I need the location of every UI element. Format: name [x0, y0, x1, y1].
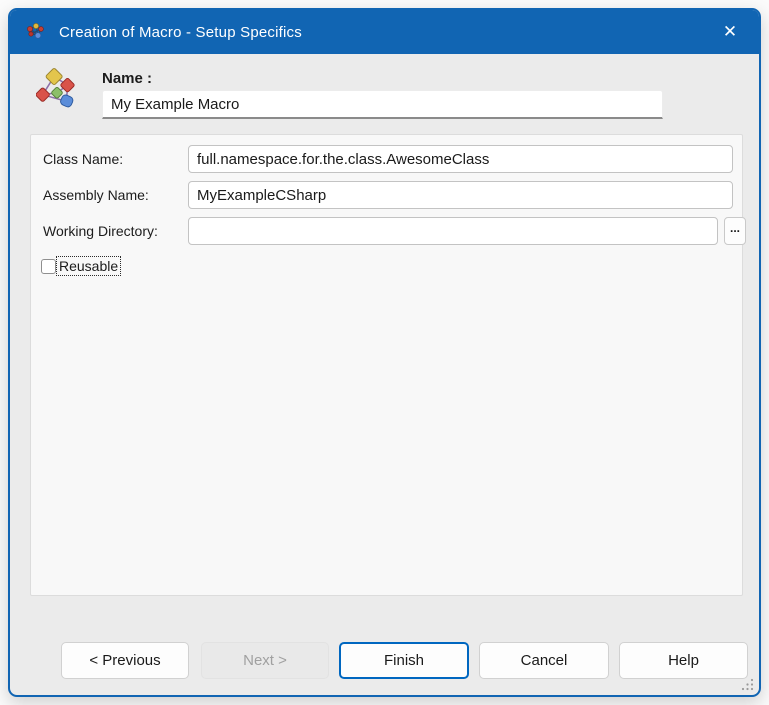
class-name-row: Class Name: — [31, 145, 742, 173]
browse-button[interactable]: ... — [724, 217, 746, 245]
working-directory-label: Working Directory: — [43, 223, 158, 239]
assembly-name-input[interactable] — [188, 181, 733, 209]
dialog-window: Creation of Macro - Setup Specifics ✕ Na… — [8, 8, 761, 697]
titlebar[interactable]: Creation of Macro - Setup Specifics ✕ — [10, 10, 759, 54]
assembly-name-row: Assembly Name: — [31, 181, 742, 209]
reusable-label: Reusable — [55, 256, 122, 276]
close-button[interactable]: ✕ — [707, 10, 753, 54]
class-name-label: Class Name: — [43, 151, 124, 167]
molecule-network-icon — [25, 21, 47, 43]
help-button[interactable]: Help — [619, 642, 748, 679]
class-name-input[interactable] — [188, 145, 733, 173]
assembly-name-label: Assembly Name: — [43, 187, 149, 203]
working-directory-input[interactable] — [188, 217, 718, 245]
cancel-button[interactable]: Cancel — [479, 642, 609, 679]
previous-button[interactable]: < Previous — [61, 642, 189, 679]
finish-button[interactable]: Finish — [339, 642, 469, 679]
name-input[interactable] — [102, 90, 663, 119]
form-panel: Class Name: Assembly Name: Working Direc… — [30, 134, 746, 596]
reusable-checkbox-row[interactable]: Reusable — [41, 256, 122, 276]
working-directory-row: Working Directory: ... — [31, 217, 746, 245]
reusable-checkbox[interactable] — [41, 258, 56, 274]
next-button[interactable]: Next > — [201, 642, 329, 679]
resize-grip-icon[interactable] — [741, 678, 754, 691]
name-label: Name : — [102, 70, 153, 87]
macro-diagram-icon — [35, 66, 78, 110]
window-title: Creation of Macro - Setup Specifics — [59, 23, 302, 41]
